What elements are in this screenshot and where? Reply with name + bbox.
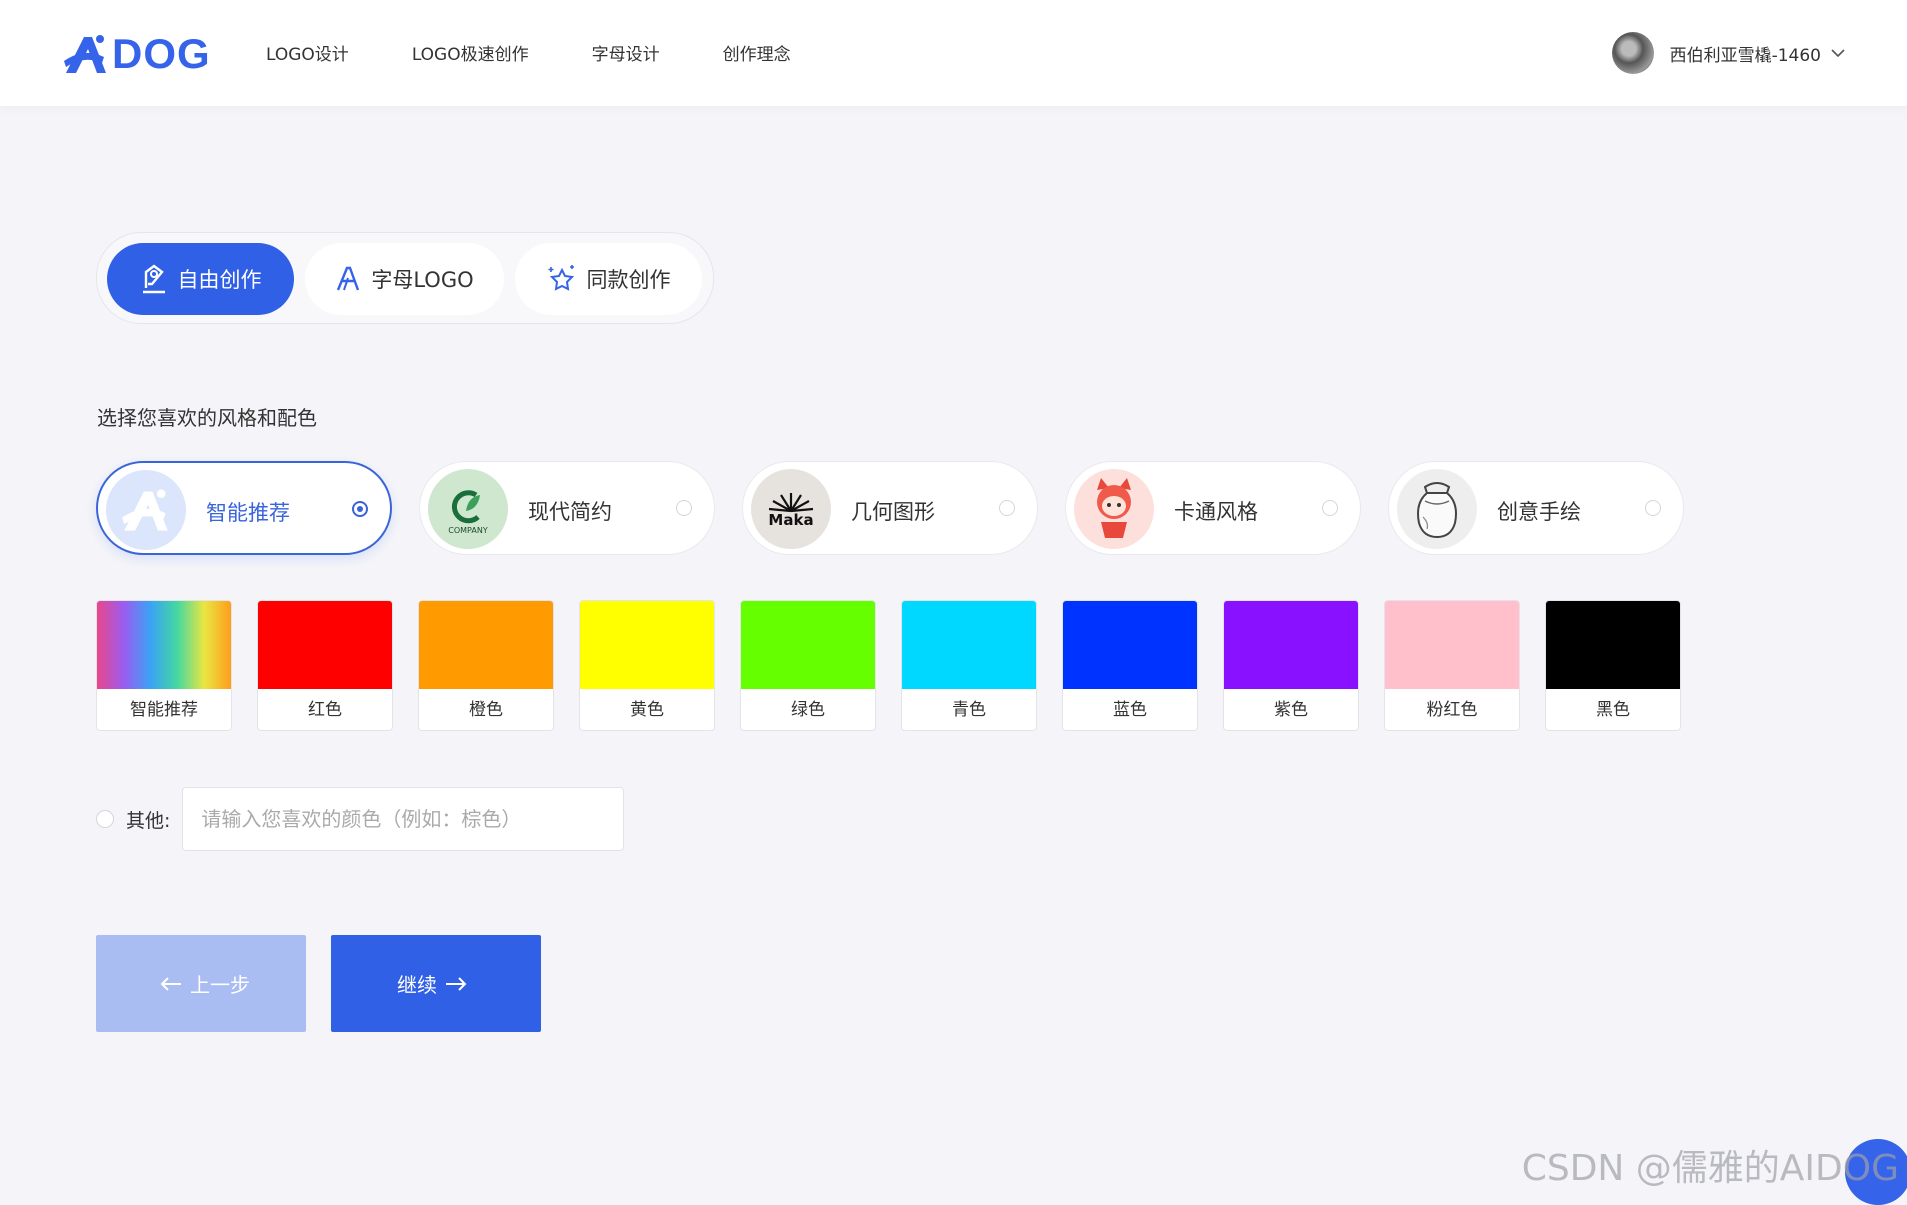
style-option-handdrawn[interactable]: 创意手绘 xyxy=(1388,461,1684,555)
color-option-red[interactable]: 红色 xyxy=(257,600,393,731)
mode-same-style-button[interactable]: 同款创作 xyxy=(515,243,702,315)
color-swatch xyxy=(1224,601,1358,689)
letter-a-icon xyxy=(337,266,360,291)
color-label: 蓝色 xyxy=(1113,700,1147,720)
color-option-cyan[interactable]: 青色 xyxy=(901,600,1037,731)
mode-letter-logo-button[interactable]: 字母LOGO xyxy=(305,243,504,315)
style-label: 现代简约 xyxy=(528,500,612,524)
thumb-company-text: COMPANY xyxy=(448,526,488,535)
color-option-pink[interactable]: 粉红色 xyxy=(1384,600,1520,731)
color-swatch xyxy=(1063,601,1197,689)
color-option-yellow[interactable]: 黄色 xyxy=(579,600,715,731)
color-label: 智能推荐 xyxy=(130,700,198,720)
leaf-c-logo-icon: COMPANY xyxy=(448,490,488,535)
avatar[interactable] xyxy=(1611,32,1654,74)
style-radio[interactable] xyxy=(999,500,1015,516)
nav-letter-design[interactable]: 字母设计 xyxy=(592,40,660,65)
sparkle-star-icon xyxy=(548,265,574,291)
ai-logo-mark-icon xyxy=(122,489,168,531)
color-swatch xyxy=(902,601,1036,689)
mode-label: 同款创作 xyxy=(586,268,671,292)
style-radio[interactable] xyxy=(1322,500,1338,516)
style-thumb: COMPANY xyxy=(428,469,508,549)
style-radio[interactable] xyxy=(352,501,368,517)
color-options: 智能推荐 红色 橙色 黄色 绿色 青色 蓝色 紫色 粉红色 黑色 xyxy=(96,600,1681,731)
sunburst-logo-icon: Maka xyxy=(768,493,814,529)
nav-logo-design[interactable]: LOGO设计 xyxy=(266,40,349,65)
continue-label: 继续 xyxy=(397,973,437,997)
style-radio[interactable] xyxy=(1645,500,1661,516)
color-label: 红色 xyxy=(308,700,342,720)
main-nav: LOGO设计 LOGO极速创作 字母设计 创作理念 xyxy=(266,40,854,65)
mode-free-create-button[interactable]: 自由创作 xyxy=(107,243,294,315)
style-option-cartoon[interactable]: 卡通风格 xyxy=(1065,461,1361,555)
previous-step-button[interactable]: 上一步 xyxy=(96,935,306,1032)
color-swatch xyxy=(419,601,553,689)
mode-label: 字母LOGO xyxy=(371,268,474,292)
style-radio[interactable] xyxy=(676,500,692,516)
color-option-blue[interactable]: 蓝色 xyxy=(1062,600,1198,731)
style-thumb: Maka xyxy=(751,469,831,549)
user-menu[interactable]: 西伯利亚雪橇-1460 xyxy=(1611,32,1845,74)
style-label: 智能推荐 xyxy=(206,501,290,525)
style-label: 几何图形 xyxy=(851,500,935,524)
color-option-purple[interactable]: 紫色 xyxy=(1223,600,1359,731)
style-label: 创意手绘 xyxy=(1497,500,1581,524)
style-thumb xyxy=(106,470,186,550)
chevron-down-icon[interactable] xyxy=(1831,48,1845,58)
cartoon-character-icon xyxy=(1097,478,1131,538)
style-section-title: 选择您喜欢的风格和配色 xyxy=(97,406,317,430)
style-label: 卡通风格 xyxy=(1174,500,1258,524)
jar-sketch-icon xyxy=(1417,482,1457,539)
color-swatch xyxy=(258,601,392,689)
style-thumb xyxy=(1397,469,1477,549)
color-swatch xyxy=(1385,601,1519,689)
color-option-green[interactable]: 绿色 xyxy=(740,600,876,731)
color-swatch xyxy=(97,601,231,689)
other-color-row: 其他: xyxy=(96,786,625,852)
pen-icon xyxy=(142,264,165,294)
thumb-maka-text: Maka xyxy=(768,511,813,529)
creation-mode-switch: 自由创作 字母LOGO 同款创作 xyxy=(96,232,714,324)
other-color-radio[interactable] xyxy=(96,810,114,828)
color-label: 绿色 xyxy=(791,700,825,720)
color-option-smart[interactable]: 智能推荐 xyxy=(96,600,232,731)
nav-logo-quick-create[interactable]: LOGO极速创作 xyxy=(412,40,529,65)
color-label: 黄色 xyxy=(630,700,664,720)
color-swatch xyxy=(1546,601,1680,689)
style-option-smart[interactable]: 智能推荐 xyxy=(96,461,392,555)
color-label: 橙色 xyxy=(469,700,503,720)
top-header: DOG LOGO设计 LOGO极速创作 字母设计 创作理念 西伯利亚雪橇-146… xyxy=(0,0,1907,106)
arrow-right-icon xyxy=(446,976,467,991)
nav-creation-concept[interactable]: 创作理念 xyxy=(723,40,791,65)
color-label: 黑色 xyxy=(1596,700,1630,720)
other-color-label: 其他: xyxy=(126,809,171,832)
style-option-geometric[interactable]: Maka 几何图形 xyxy=(742,461,1038,555)
watermark: CSDN @儒雅的AIDOG xyxy=(1521,1148,1899,1189)
color-swatch xyxy=(580,601,714,689)
style-option-modern[interactable]: COMPANY 现代简约 xyxy=(419,461,715,555)
style-options: 智能推荐 COMPANY 现代简约 Maka 几何图形 卡通风格 创意手绘 xyxy=(96,461,1711,555)
continue-button[interactable]: 继续 xyxy=(331,935,541,1032)
style-thumb xyxy=(1074,469,1154,549)
color-option-orange[interactable]: 橙色 xyxy=(418,600,554,731)
color-option-black[interactable]: 黑色 xyxy=(1545,600,1681,731)
user-name[interactable]: 西伯利亚雪橇-1460 xyxy=(1670,41,1821,66)
arrow-left-icon xyxy=(160,976,181,991)
mode-label: 自由创作 xyxy=(177,268,262,292)
color-swatch xyxy=(741,601,875,689)
color-label: 青色 xyxy=(952,700,986,720)
aidog-logo[interactable]: DOG xyxy=(62,30,211,78)
logo-text: DOG xyxy=(112,30,211,77)
color-label: 紫色 xyxy=(1274,700,1308,720)
color-label: 粉红色 xyxy=(1426,700,1478,720)
ai-logo-mark-icon xyxy=(64,35,106,73)
previous-step-label: 上一步 xyxy=(190,973,250,997)
other-color-input[interactable] xyxy=(182,787,625,851)
